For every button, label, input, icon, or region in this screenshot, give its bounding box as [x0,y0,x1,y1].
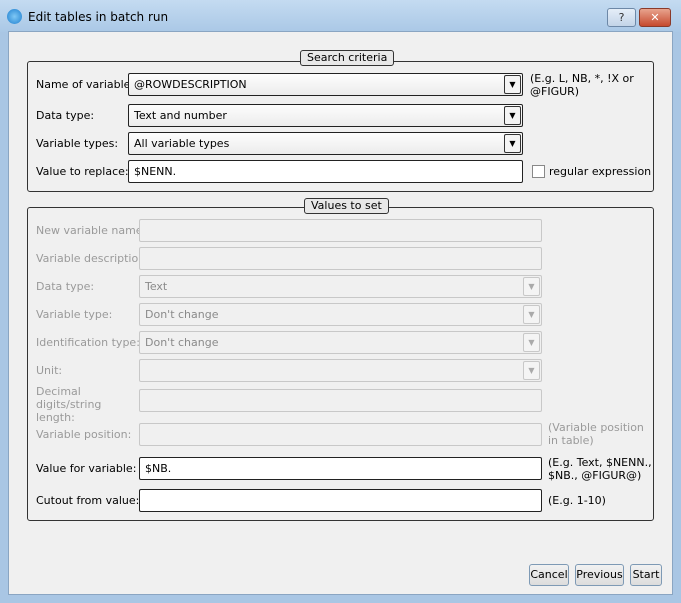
identification-type-combo[interactable]: Don't change ▼ [139,331,542,354]
variable-type-value: Don't change [145,308,219,321]
close-button[interactable]: ✕ [639,8,671,27]
new-variable-name-label: New variable name: [36,224,147,237]
values-data-type-label: Data type: [36,280,95,293]
chevron-down-icon[interactable]: ▼ [523,333,540,352]
previous-button[interactable]: Previous [575,564,624,586]
name-of-variable-hint: (E.g. L, NB, *, !X or @FIGUR) [530,72,634,98]
variable-types-combo[interactable]: All variable types ▼ [128,132,523,155]
variable-position-label: Variable position: [36,428,132,441]
chevron-down-icon[interactable]: ▼ [523,361,540,380]
variable-description-label: Variable description: [36,252,149,265]
variable-description-input[interactable] [139,247,542,270]
chevron-down-icon[interactable]: ▼ [523,305,540,324]
values-data-type-value: Text [145,280,168,293]
variable-type-label: Variable type: [36,308,113,321]
variable-position-input[interactable] [139,423,542,446]
data-type-value: Text and number [134,109,227,122]
data-type-combo[interactable]: Text and number ▼ [128,104,523,127]
value-for-variable-hint: (E.g. Text, $NENN., $NB., @FIGUR@) [548,456,652,482]
decimal-digits-label: Decimal digits/string length: [36,385,102,424]
value-for-variable-label: Value for variable: [36,462,137,475]
identification-type-label: Identification type: [36,336,140,349]
cutout-from-value-label: Cutout from value: [36,494,140,507]
value-to-replace-input[interactable]: $NENN. [128,160,523,183]
variable-type-combo[interactable]: Don't change ▼ [139,303,542,326]
cutout-from-value-hint: (E.g. 1-10) [548,494,606,507]
regular-expression-label[interactable]: regular expression [549,165,651,178]
values-data-type-combo[interactable]: Text ▼ [139,275,542,298]
variable-types-value: All variable types [134,137,230,150]
unit-combo[interactable]: ▼ [139,359,542,382]
values-to-set-legend: Values to set [304,198,389,214]
variable-position-hint: (Variable position in table) [548,421,644,447]
chevron-down-icon[interactable]: ▼ [523,277,540,296]
app-icon [7,9,22,24]
chevron-down-icon[interactable]: ▼ [504,106,521,125]
new-variable-name-input[interactable] [139,219,542,242]
name-of-variable-label: Name of variable: [36,78,135,91]
unit-label: Unit: [36,364,63,377]
cutout-from-value-input[interactable] [139,489,542,512]
search-criteria-legend: Search criteria [300,50,395,66]
regular-expression-checkbox[interactable] [532,165,545,178]
help-button[interactable]: ? [607,8,636,27]
identification-type-value: Don't change [145,336,219,349]
chevron-down-icon[interactable]: ▼ [504,134,521,153]
window-title: Edit tables in batch run [28,10,169,24]
value-for-variable-input[interactable]: $NB. [139,457,542,480]
decimal-digits-input[interactable] [139,389,542,412]
value-to-replace-label: Value to replace: [36,165,129,178]
name-of-variable-combo[interactable]: @ROWDESCRIPTION ▼ [128,73,523,96]
cancel-button[interactable]: Cancel [529,564,569,586]
chevron-down-icon[interactable]: ▼ [504,75,521,94]
variable-types-label: Variable types: [36,137,119,150]
start-button[interactable]: Start [630,564,662,586]
data-type-label: Data type: [36,109,95,122]
name-of-variable-value: @ROWDESCRIPTION [134,78,247,91]
